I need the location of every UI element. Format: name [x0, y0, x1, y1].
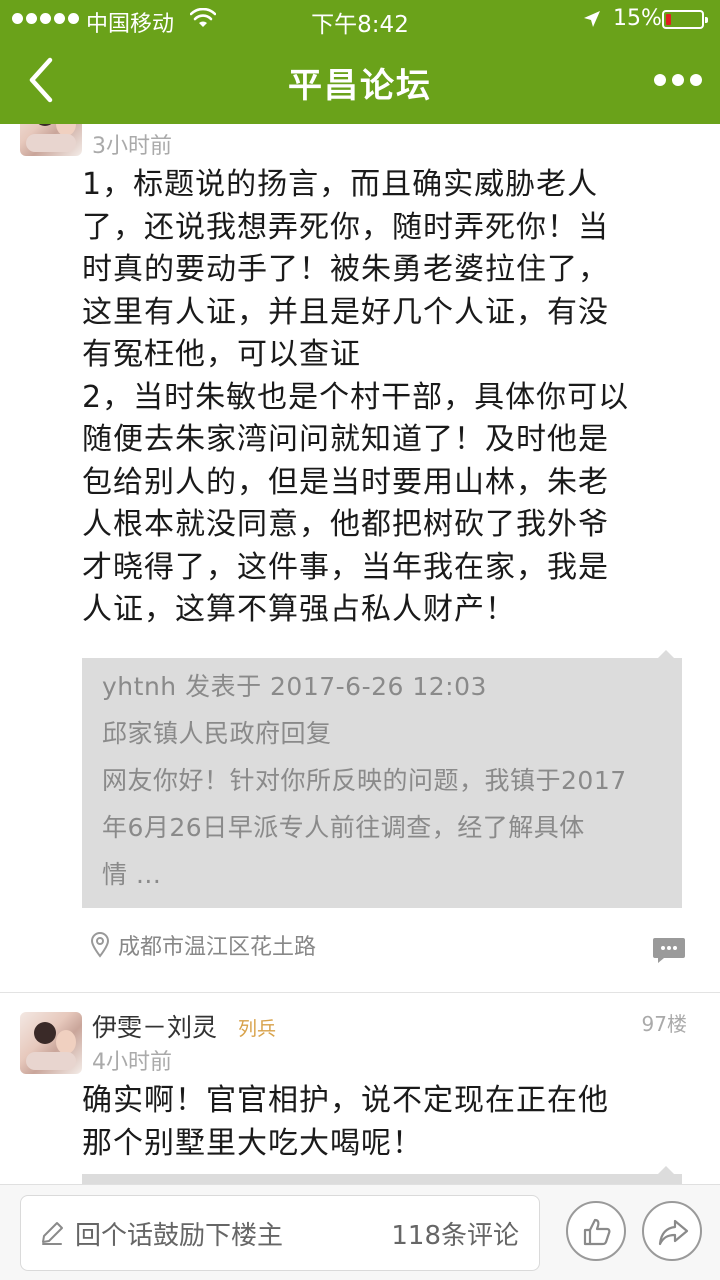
- comment-feed[interactable]: 3小时前 1，标题说的扬言，而且确实威胁老人 了，还说我想弄死你，随时弄死你！当…: [0, 124, 720, 1184]
- avatar[interactable]: [20, 1012, 82, 1074]
- top-bar: 中国移动 下午8:42 15% 平昌论坛: [0, 0, 720, 124]
- reply-input[interactable]: 回个话鼓励下楼主 118条评论: [20, 1195, 540, 1271]
- battery-percent: 15%: [613, 6, 662, 31]
- quote-author-line: yhtnh 发表于 2017-6-26 12:03: [102, 672, 487, 701]
- thumbs-up-icon: [583, 1218, 611, 1246]
- status-bar: 中国移动 下午8:42 15%: [0, 0, 720, 40]
- quote-text-line: 年6月26日早派专人前往调查，经了解具体: [102, 813, 585, 842]
- quote-text-line: 网友你好！针对你所反映的问题，我镇于2017: [102, 766, 627, 795]
- floor-number: 97楼: [641, 1012, 687, 1036]
- divider: [0, 992, 720, 993]
- comment-count[interactable]: 118条评论: [391, 1215, 519, 1252]
- location-pin-icon: [90, 932, 110, 958]
- post-body: 1，标题说的扬言，而且确实威胁老人 了，还说我想弄死你，随时弄死你！当 时真的要…: [82, 167, 630, 627]
- post-body: 确实啊！官官相护，说不定现在正在他 那个别墅里大吃大喝呢！: [82, 1083, 609, 1161]
- battery-level: [666, 14, 671, 25]
- username[interactable]: 伊雯－刘灵: [92, 1008, 217, 1044]
- avatar[interactable]: [20, 124, 82, 156]
- like-button[interactable]: [566, 1201, 626, 1261]
- battery-icon: [662, 10, 708, 29]
- pencil-icon: [42, 1222, 63, 1245]
- page-title: 平昌论坛: [288, 66, 432, 106]
- post-time: 3小时前: [92, 134, 172, 159]
- comment-icon[interactable]: [652, 936, 686, 964]
- reply-placeholder: 回个话鼓励下楼主: [75, 1221, 284, 1251]
- rank-badge: 列兵: [238, 1018, 277, 1040]
- quote-text-line: 邱家镇人民政府回复: [102, 719, 332, 748]
- post-time: 4小时前: [92, 1050, 172, 1075]
- share-button[interactable]: [642, 1201, 702, 1261]
- post-location: 成都市温江区花土路: [90, 930, 316, 960]
- location-text: 成都市温江区花土路: [118, 935, 317, 960]
- quoted-reply[interactable]: [82, 1166, 682, 1184]
- quote-text-line: 情 ...: [102, 860, 162, 889]
- nav-bar: 平昌论坛: [0, 40, 720, 124]
- clock: 下午8:42: [311, 12, 409, 38]
- location-arrow-icon: [584, 11, 600, 27]
- more-dots-icon[interactable]: [654, 74, 702, 86]
- quoted-reply[interactable]: yhtnh 发表于 2017-6-26 12:03 邱家镇人民政府回复 网友你好…: [82, 650, 682, 908]
- share-icon: [658, 1219, 689, 1246]
- bottom-bar: 回个话鼓励下楼主 118条评论: [0, 1184, 720, 1280]
